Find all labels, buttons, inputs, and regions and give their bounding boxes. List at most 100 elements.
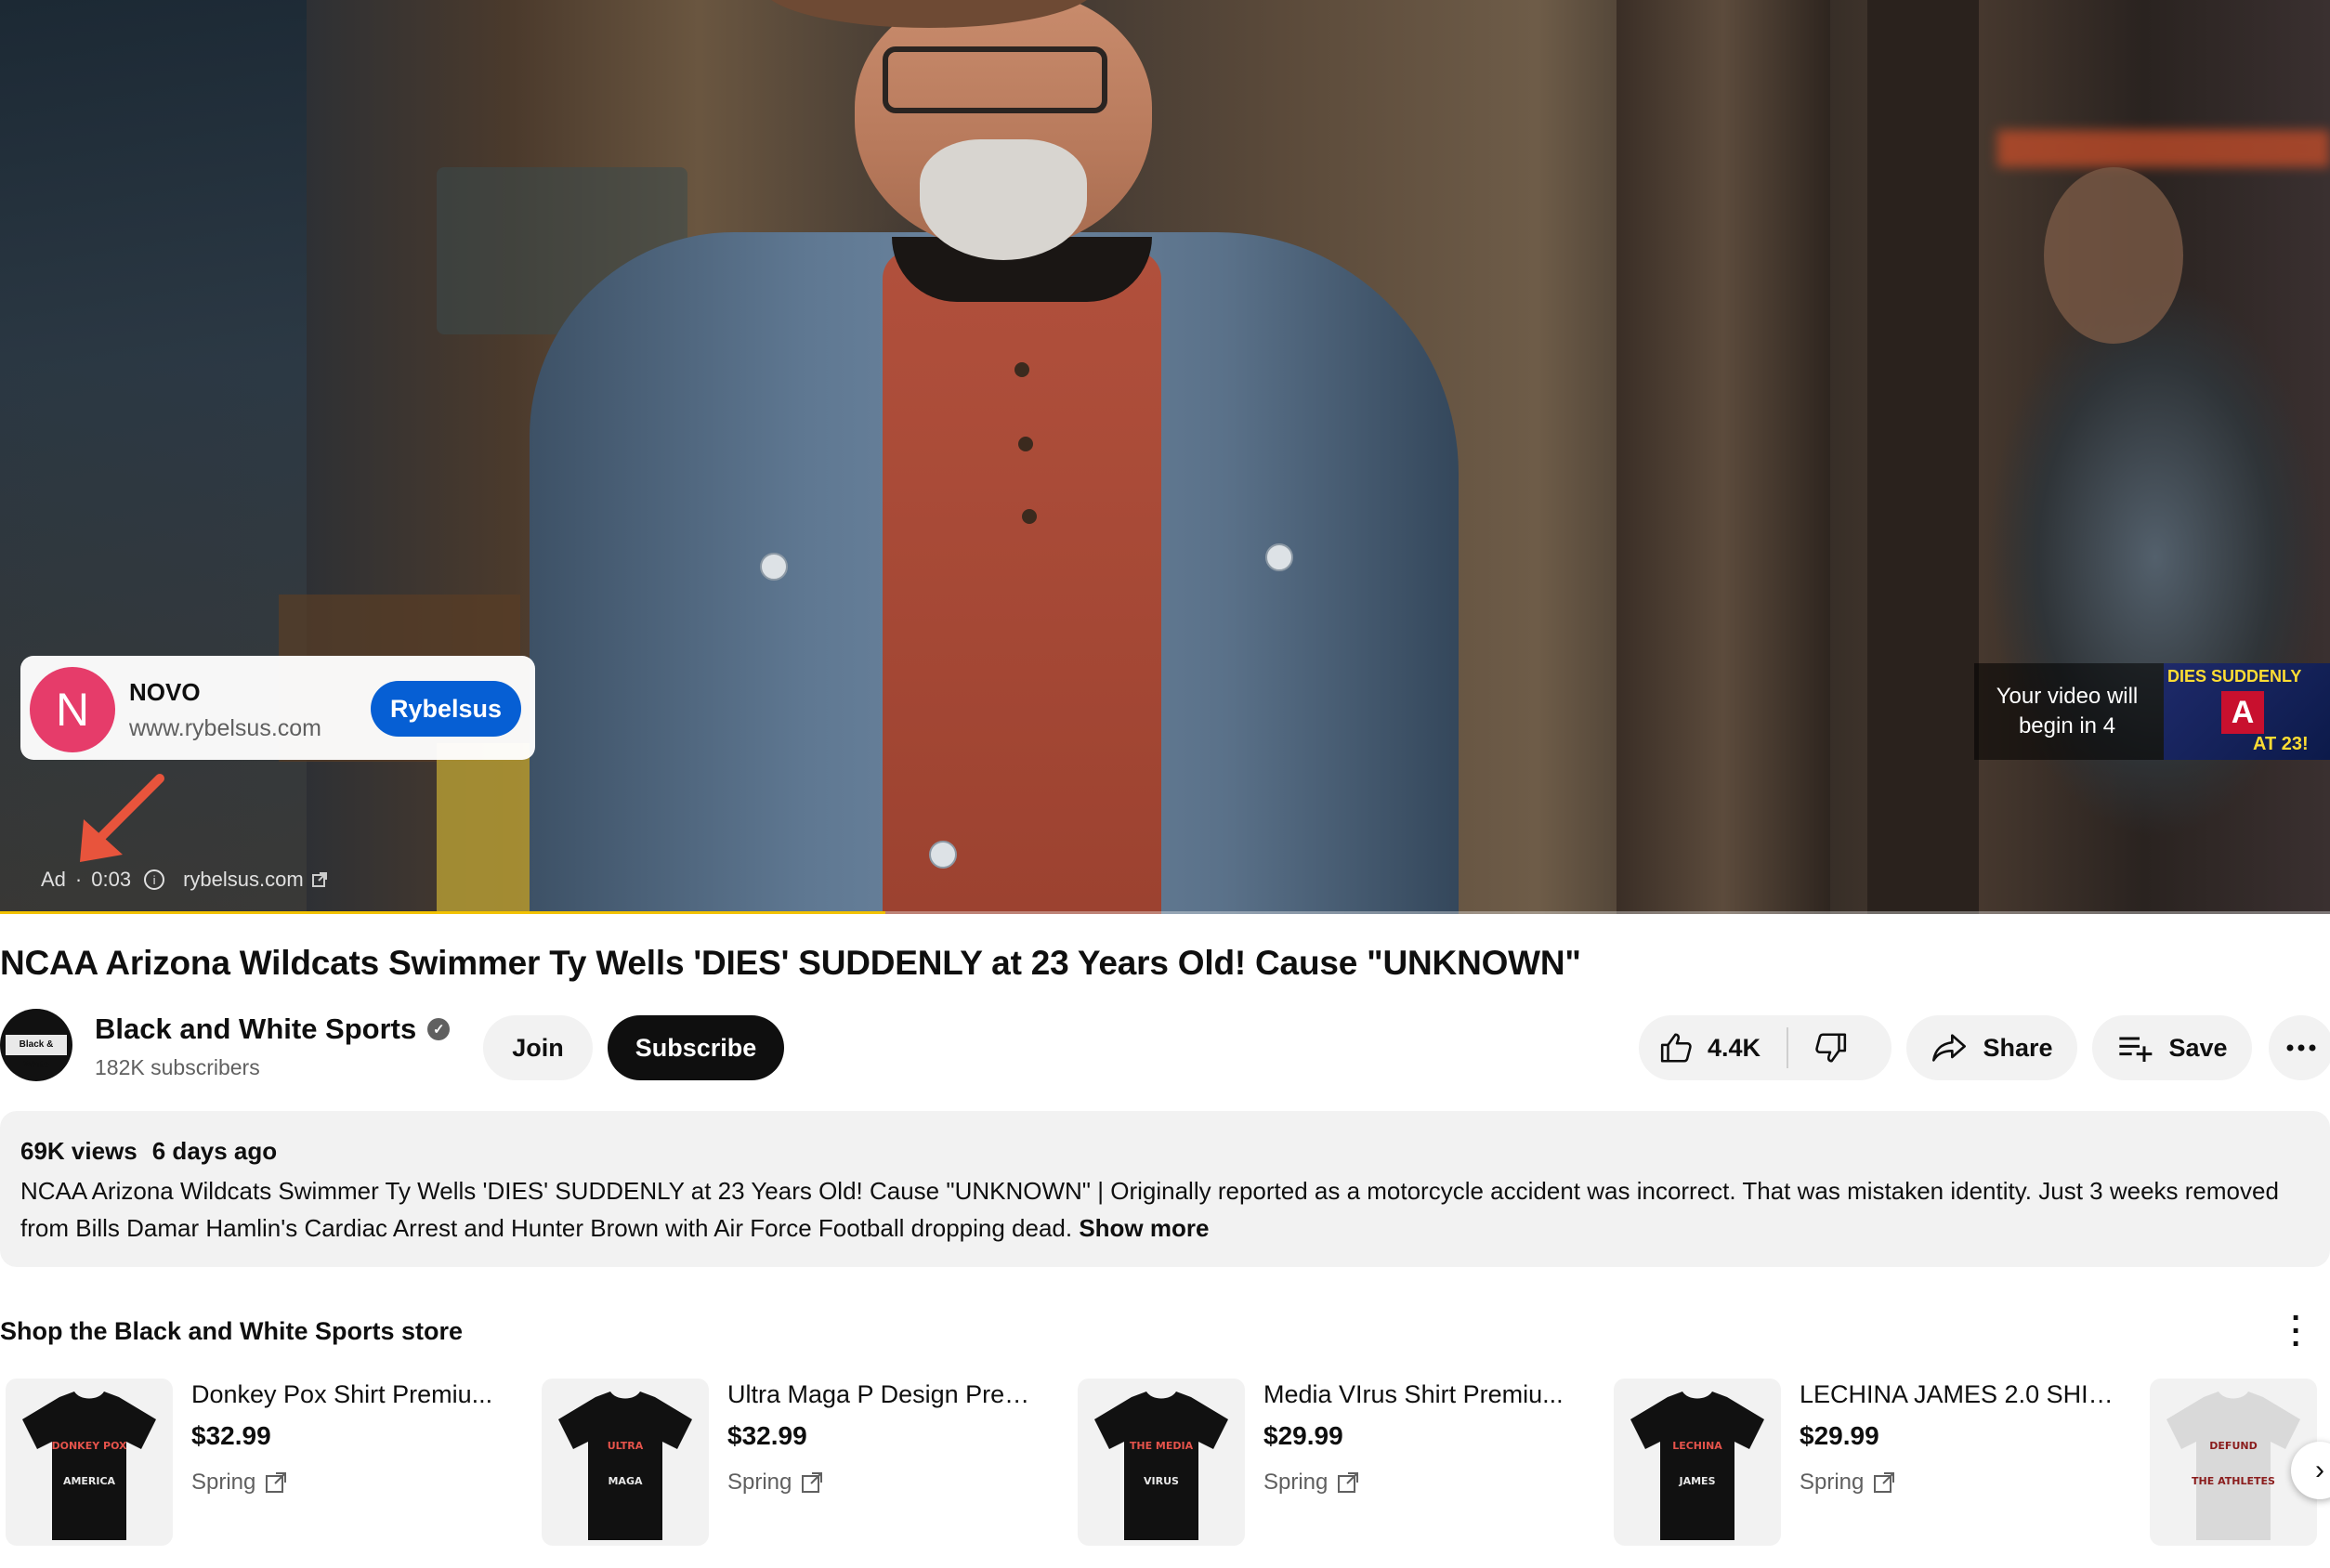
person-beard <box>920 139 1087 260</box>
vendor-label: Spring <box>1263 1470 1329 1495</box>
share-button[interactable]: Share <box>1906 1015 2077 1080</box>
external-link-icon <box>266 1472 287 1493</box>
subscribe-button[interactable]: Subscribe <box>608 1015 784 1080</box>
scene-door <box>1617 0 1830 914</box>
ad-time: 0:03 <box>91 868 132 891</box>
channel-name-row[interactable]: Black and White Sports ✓ <box>95 1013 451 1046</box>
scene-background-person-head <box>2044 167 2183 344</box>
store-title: Shop the Black and White Sports store <box>0 1317 464 1345</box>
store-item-thumbnail[interactable]: LECHINA JAMES <box>1614 1379 1781 1546</box>
thumb-subline: AT 23! <box>2253 734 2309 754</box>
share-arrow-icon <box>1932 1034 1967 1062</box>
ad-avatar[interactable]: N <box>30 667 115 752</box>
store-item-vendor[interactable]: Spring <box>191 1470 287 1496</box>
dislike-button[interactable] <box>1788 1015 1872 1080</box>
ad-progress-bar[interactable] <box>0 911 2330 914</box>
ad-advertiser-name: NOVO <box>129 678 201 706</box>
show-more-link[interactable]: Show more <box>1079 1214 1209 1242</box>
store-item-price: $32.99 <box>727 1421 807 1450</box>
tshirt-print-text: JAMES <box>1679 1475 1716 1487</box>
store-item-name[interactable]: Donkey Pox Shirt Premiu... <box>191 1380 507 1409</box>
jacket-button <box>929 841 957 869</box>
ad-card[interactable]: N NOVO www.rybelsus.com Rybelsus <box>20 656 535 760</box>
description-text: NCAA Arizona Wildcats Swimmer Ty Wells '… <box>20 1172 2306 1247</box>
shirt-button <box>1018 437 1033 451</box>
vendor-label: Spring <box>727 1470 792 1495</box>
more-actions-button[interactable] <box>2269 1015 2330 1080</box>
video-title: NCAA Arizona Wildcats Swimmer Ty Wells '… <box>0 944 1581 982</box>
channel-avatar[interactable]: Black & White <box>0 1009 72 1081</box>
tshirt-icon: DONKEY POX AMERICA <box>22 1392 156 1540</box>
store-item-name[interactable]: LECHINA JAMES 2.0 SHIR... <box>1800 1380 2115 1409</box>
ad-progress-fill <box>0 911 886 914</box>
join-button[interactable]: Join <box>483 1015 593 1080</box>
scene-door-frame <box>1867 0 1979 914</box>
up-next-text: Your video will begin in 4 <box>1996 684 2139 738</box>
ad-separator: · <box>74 868 83 891</box>
like-dislike-group: 4.4K <box>1639 1015 1891 1080</box>
annotation-arrow-icon <box>80 774 164 862</box>
thumbs-down-icon <box>1815 1033 1847 1063</box>
save-label: Save <box>2168 1033 2228 1062</box>
info-icon[interactable]: i <box>144 869 165 890</box>
view-count: 69K views <box>20 1137 137 1165</box>
shirt-button <box>1022 509 1037 524</box>
ad-info-bar: Ad · 0:03 i rybelsus.com <box>41 868 328 892</box>
tshirt-print-text: DONKEY POX <box>51 1440 127 1452</box>
store-item-thumbnail[interactable]: ULTRA MAGA <box>542 1379 709 1546</box>
store-item-thumbnail[interactable]: THE MEDIA VIRUS <box>1078 1379 1245 1546</box>
up-next-preview[interactable]: Your video will begin in 4 DIES SUDDENLY… <box>1974 663 2330 760</box>
scene-light <box>1997 130 2330 167</box>
jacket-button <box>760 553 788 581</box>
store-menu-icon[interactable]: · · · <box>2287 1302 2306 1360</box>
playlist-add-icon <box>2119 1037 2153 1062</box>
store-item[interactable]: LECHINA JAMES LECHINA JAMES 2.0 SHIR... $29… <box>1608 1379 2128 1546</box>
arizona-logo: A <box>2221 691 2264 734</box>
store-item[interactable]: ULTRA MAGA Ultra Maga P Design Prem... $32.… <box>536 1379 1056 1546</box>
video-player[interactable]: N NOVO www.rybelsus.com Rybelsus Ad · 0:… <box>0 0 2330 914</box>
tshirt-print-text: ULTRA <box>608 1440 644 1452</box>
channel-name[interactable]: Black and White Sports <box>95 1013 416 1046</box>
tshirt-icon: LECHINA JAMES <box>1630 1392 1764 1540</box>
description-meta: 69K views 6 days ago <box>20 1137 292 1166</box>
vendor-label: Spring <box>1800 1470 1865 1495</box>
person-glasses <box>883 46 1107 113</box>
external-link-icon[interactable] <box>311 871 328 888</box>
store-item-name[interactable]: Ultra Maga P Design Prem... <box>727 1380 1043 1409</box>
thumb-headline: DIES SUDDENLY <box>2167 667 2302 686</box>
ad-domain-link[interactable]: rybelsus.com <box>183 868 304 892</box>
upload-age: 6 days ago <box>151 1137 278 1165</box>
tshirt-print-text: THE MEDIA <box>1130 1440 1194 1452</box>
store-item-vendor[interactable]: Spring <box>1263 1470 1359 1496</box>
tshirt-print-text: DEFUND <box>2209 1440 2257 1452</box>
external-link-icon <box>802 1472 823 1493</box>
save-button[interactable]: Save <box>2092 1015 2252 1080</box>
ad-badge: Ad <box>41 868 66 891</box>
channel-avatar-logo: Black & White <box>6 1035 67 1070</box>
tshirt-icon: ULTRA MAGA <box>558 1392 692 1540</box>
more-horizontal-icon <box>2286 1044 2316 1052</box>
shirt-button <box>1014 362 1029 377</box>
ad-url: www.rybelsus.com <box>129 715 321 741</box>
tshirt-print-text: AMERICA <box>63 1475 116 1487</box>
like-count: 4.4K <box>1708 1033 1761 1062</box>
thumbs-up-icon <box>1660 1033 1692 1063</box>
like-button[interactable]: 4.4K <box>1639 1015 1761 1080</box>
store-item-price: $29.99 <box>1800 1421 1879 1450</box>
store-item[interactable]: DONKEY POX AMERICA Donkey Pox Shirt Premiu… <box>0 1379 520 1546</box>
tshirt-print-text: VIRUS <box>1144 1475 1179 1487</box>
tshirt-print-text: LECHINA <box>1672 1440 1722 1452</box>
chevron-right-icon: › <box>2315 1455 2324 1485</box>
external-link-icon <box>1874 1472 1895 1493</box>
store-item-name[interactable]: Media VIrus Shirt Premiu... <box>1263 1380 1579 1409</box>
up-next-thumbnail[interactable]: DIES SUDDENLY A AT 23! <box>2164 663 2330 760</box>
verified-check-icon: ✓ <box>427 1018 451 1040</box>
person-shirt <box>883 251 1161 914</box>
store-item-vendor[interactable]: Spring <box>727 1470 823 1496</box>
store-item-vendor[interactable]: Spring <box>1800 1470 1895 1496</box>
store-item[interactable]: THE MEDIA VIRUS Media VIrus Shirt Premiu..… <box>1072 1379 1592 1546</box>
jacket-button <box>1265 543 1293 571</box>
tshirt-print-text: THE ATHLETES <box>2192 1475 2275 1487</box>
store-item-thumbnail[interactable]: DONKEY POX AMERICA <box>6 1379 173 1546</box>
ad-cta-button[interactable]: Rybelsus <box>371 681 521 737</box>
